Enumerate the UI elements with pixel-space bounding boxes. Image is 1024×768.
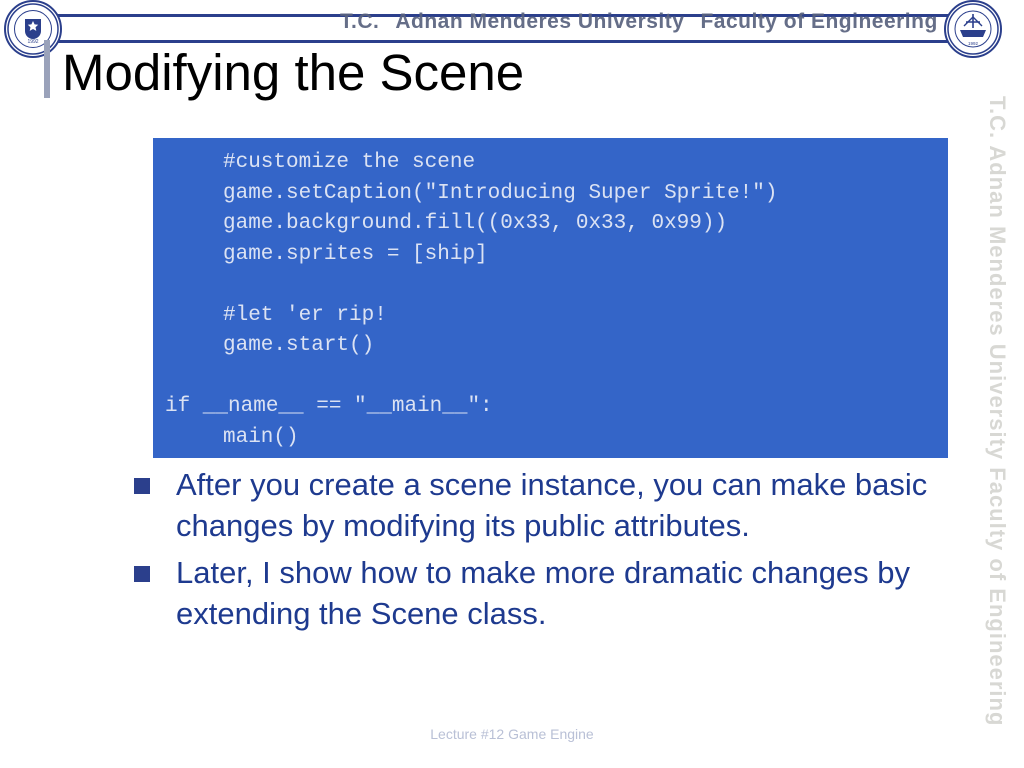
page-title: Modifying the Scene: [62, 44, 525, 101]
svg-text:1992: 1992: [27, 39, 38, 45]
bullet-text: After you create a scene instance, you c…: [176, 467, 928, 543]
header-institution-title: T.C. Adnan Menderes University Faculty of …: [340, 10, 940, 34]
header-institution-part-1: Adnan Menderes University: [395, 10, 685, 33]
header-institution-part-0: T.C.: [340, 10, 380, 33]
code-line: game.background.fill((0x33, 0x33, 0x99)): [223, 212, 728, 235]
code-line: if __name__ == "__main__":: [165, 395, 493, 418]
bullet-text: Later, I show how to make more dramatic …: [176, 555, 911, 631]
bullet-list: After you create a scene instance, you c…: [134, 464, 964, 640]
slide-header: T.C. Adnan Menderes University Faculty of …: [0, 0, 1024, 48]
code-line: main(): [223, 425, 299, 449]
code-line: #customize the scene: [223, 151, 476, 174]
list-item: After you create a scene instance, you c…: [134, 464, 964, 546]
code-line: game.setCaption("Introducing Super Sprit…: [223, 181, 778, 205]
title-accent-bar: [44, 40, 50, 98]
svg-text:1992: 1992: [968, 41, 979, 46]
engineering-faculty-seal-icon: 1992: [944, 0, 1002, 58]
bullet-square-icon: [134, 478, 150, 494]
slide-footer: Lecture #12 Game Engine: [430, 726, 594, 742]
header-rule-bottom: [46, 40, 976, 43]
code-line: game.start(): [223, 334, 375, 357]
sidebar-watermark-text: T.C. Adnan Menderes University Faculty o…: [985, 96, 1010, 727]
list-item: Later, I show how to make more dramatic …: [134, 552, 964, 634]
code-block: #customize the scene game.setCaption("In…: [153, 138, 948, 458]
header-institution-part-2: Faculty of Engineering: [700, 10, 938, 33]
bullet-square-icon: [134, 566, 150, 582]
code-line: #let 'er rip!: [223, 303, 387, 327]
adnan-menderes-university-seal-icon: 1992: [4, 0, 62, 58]
code-line: game.sprites = [ship]: [223, 242, 488, 266]
